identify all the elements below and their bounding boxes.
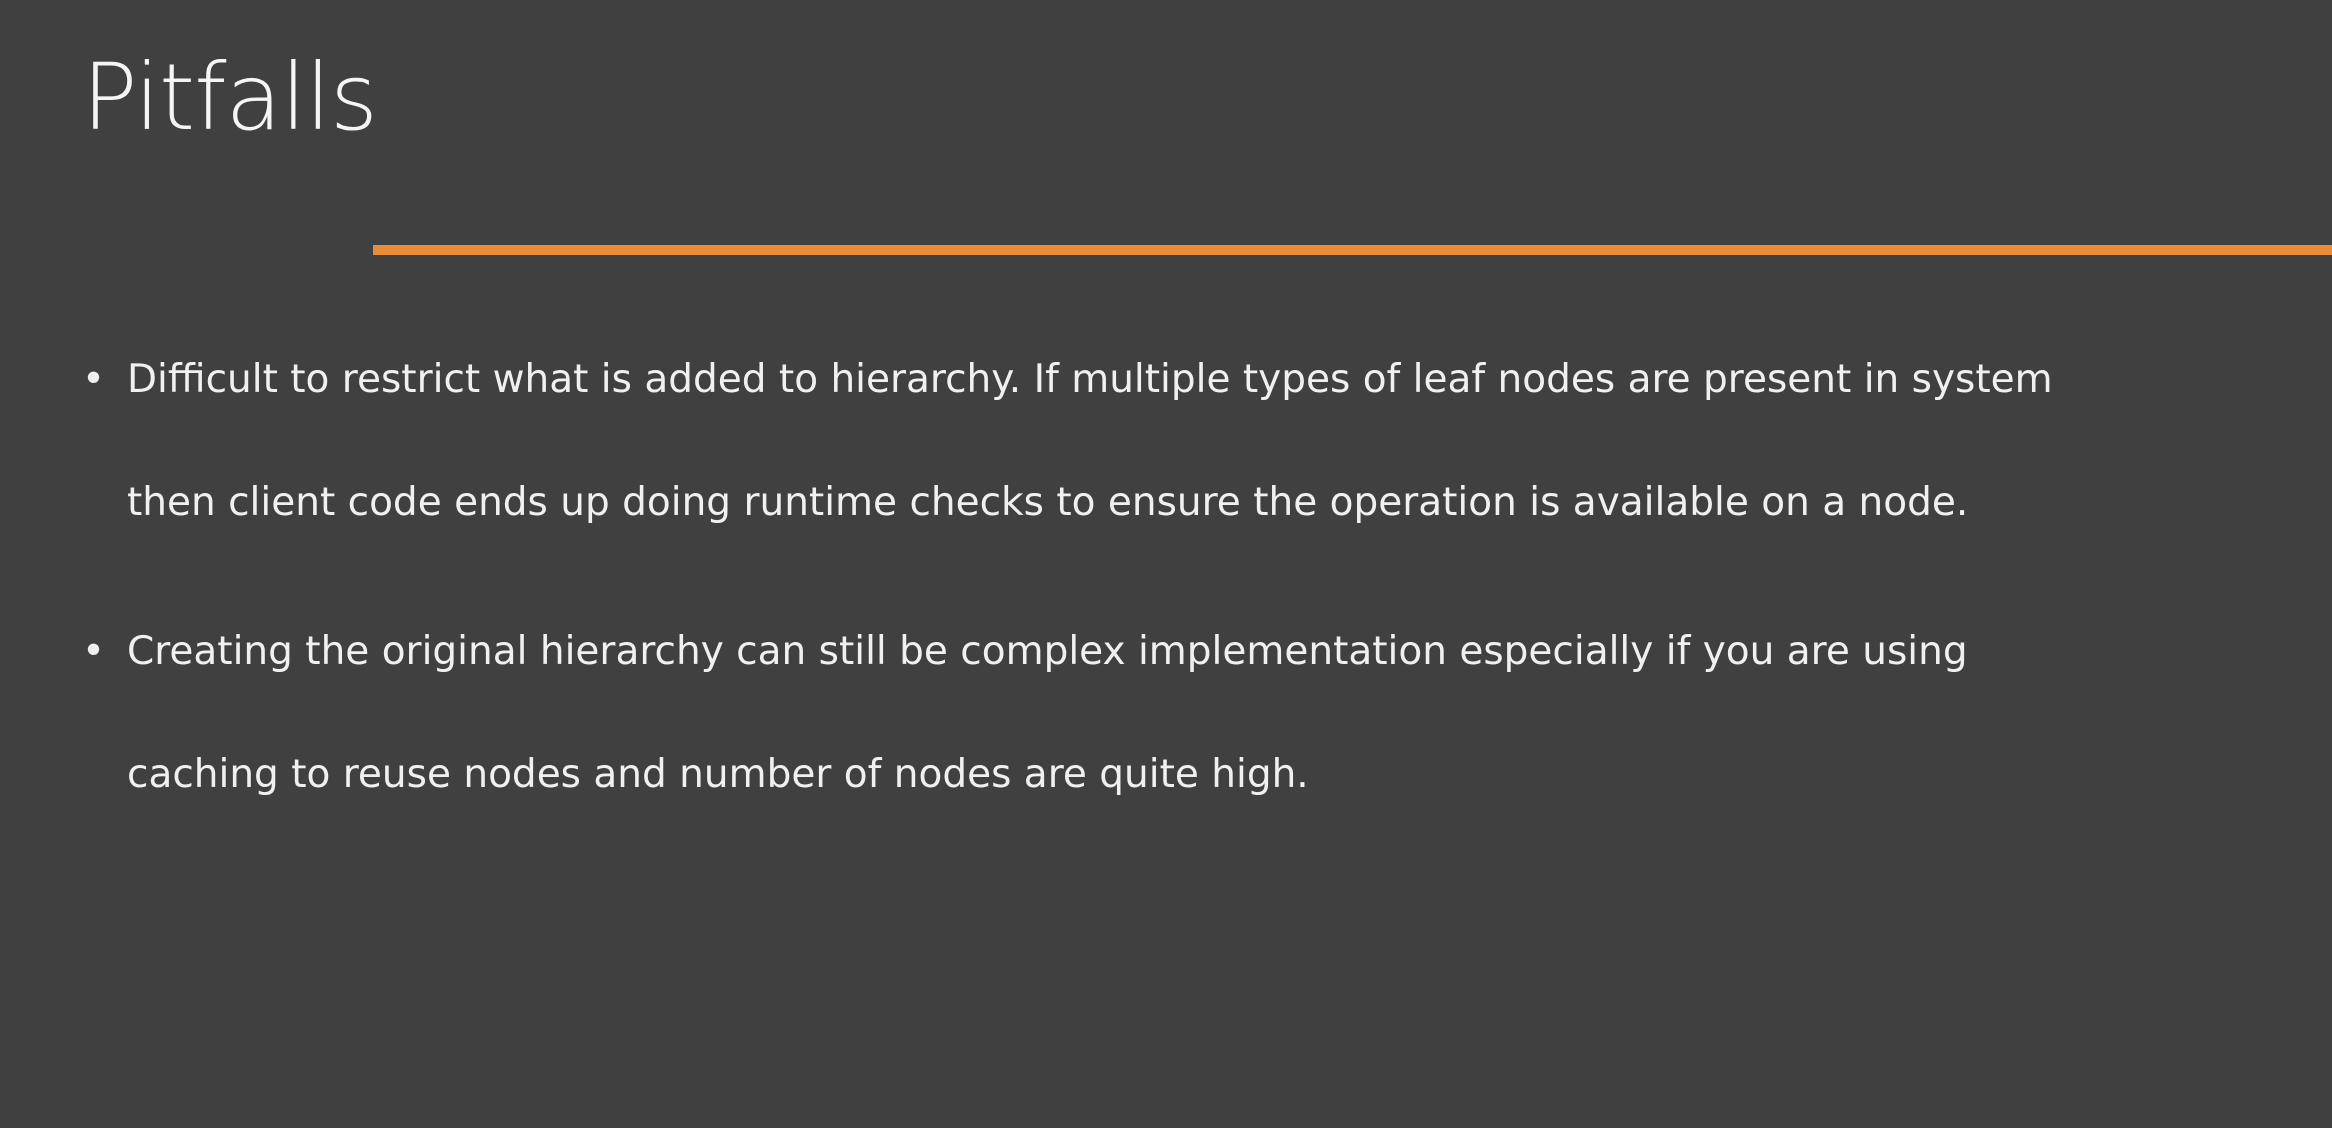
slide-title: Pitfalls [82, 44, 378, 151]
slide: Pitfalls • Difficult to restrict what is… [0, 0, 2332, 1128]
bullet-text-line: Creating the original hierarchy can stil… [127, 629, 1968, 674]
bullet-icon: • [82, 357, 106, 402]
bullet-list: • Difficult to restrict what is added to… [80, 318, 2280, 862]
bullet-text-line: caching to reuse nodes and number of nod… [127, 752, 1309, 797]
bullet-text-line: then client code ends up doing runtime c… [127, 480, 1969, 525]
bullet-icon: • [82, 629, 106, 674]
bullet-text-line: Difficult to restrict what is added to h… [127, 357, 2053, 402]
bullet-item: • Difficult to restrict what is added to… [80, 318, 2280, 564]
accent-divider [373, 245, 2332, 255]
bullet-item: • Creating the original hierarchy can st… [80, 590, 2280, 836]
